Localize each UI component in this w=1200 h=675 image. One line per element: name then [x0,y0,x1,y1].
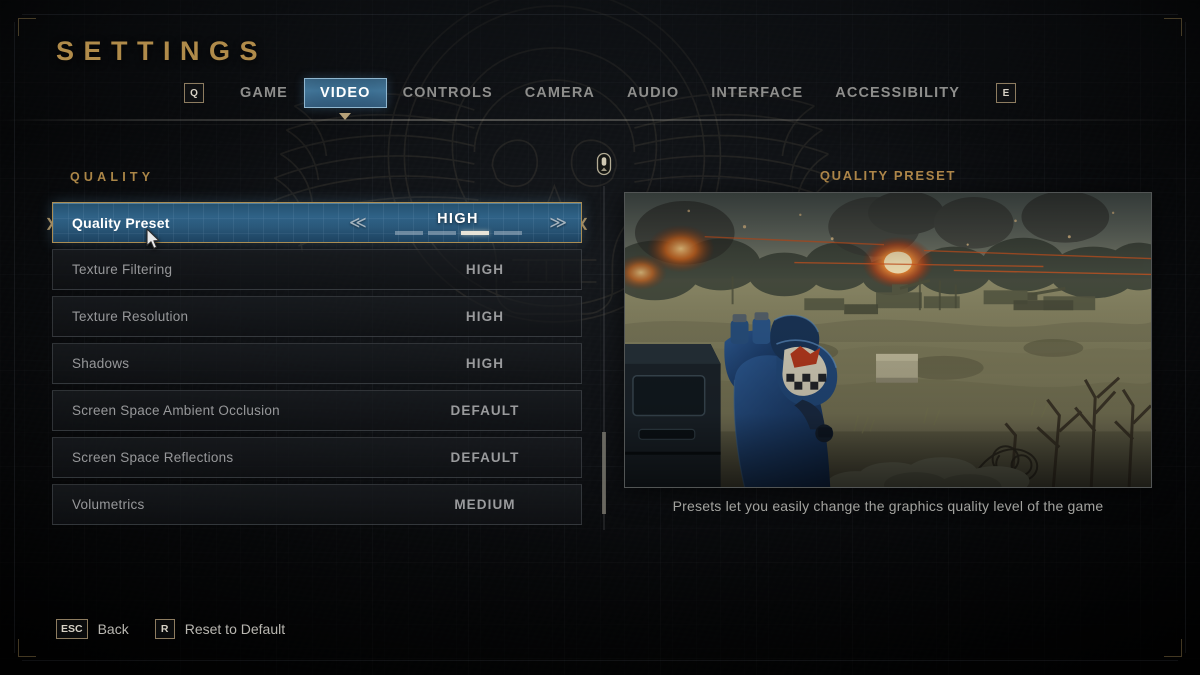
settings-list: ❯ ❮ Quality Preset ≪ HIGH ≫ Texture Filt… [45,202,589,531]
segment-1 [394,230,423,235]
frame-line-bottom [22,660,1178,661]
frame-line-right [1185,22,1186,653]
next-tab-key-badge[interactable]: E [995,83,1016,103]
segment-3 [460,230,489,235]
tabbar-divider-secondary [0,124,1200,125]
setting-row-quality-preset[interactable]: ❯ ❮ Quality Preset ≪ HIGH ≫ [45,202,589,243]
corner-bracket-top-left [18,18,36,36]
tab-game[interactable]: GAME [224,78,304,108]
stepper-segment-indicator [394,230,522,235]
tabbar-divider [0,119,1200,121]
tab-accessibility[interactable]: ACCESSIBILITY [819,78,976,108]
stepper-increment-icon[interactable]: ≫ [549,214,567,231]
row-chevron-left-icon: ❯ [45,215,56,230]
setting-label: Shadows [72,356,130,371]
stepper-value-group: HIGH [367,211,549,235]
stepper-decrement-icon[interactable]: ≪ [349,214,367,231]
prev-tab-key-badge[interactable]: Q [184,83,205,103]
setting-value: HIGH [465,262,505,277]
setting-value: DEFAULT [450,450,520,465]
frame-line-left [14,22,15,653]
preview-image [624,192,1152,488]
tab-video[interactable]: VIDEO [303,78,387,108]
settings-tabbar: Q GAME VIDEO CONTROLS CAMERA AUDIO INTER… [0,76,1200,110]
corner-bracket-bottom-right [1164,639,1182,657]
mouse-wheel-icon [596,152,612,176]
segment-4 [493,230,522,235]
setting-value: DEFAULT [450,403,520,418]
preview-description: Presets let you easily change the graphi… [672,498,1104,514]
setting-row-shadows[interactable]: Shadows HIGH [52,343,582,384]
setting-label: Screen Space Reflections [72,450,234,465]
frame-line-top [22,14,1178,15]
hint-back[interactable]: ESC Back [56,619,129,639]
setting-row-ssr[interactable]: Screen Space Reflections DEFAULT [52,437,582,478]
page-title: SETTINGS [56,36,268,66]
preview-panel-title: QUALITY PRESET [819,168,957,183]
setting-label: Texture Resolution [72,309,189,324]
setting-row-texture-filtering[interactable]: Texture Filtering HIGH [52,249,582,290]
corner-bracket-top-right [1164,18,1182,36]
hint-label-reset: Reset to Default [184,621,286,637]
setting-row-volumetrics[interactable]: Volumetrics MEDIUM [52,484,582,525]
setting-label: Volumetrics [72,497,145,512]
quality-preset-stepper: ≪ HIGH ≫ [335,203,581,242]
key-badge-esc: ESC [56,619,88,639]
tab-camera[interactable]: CAMERA [509,78,611,108]
setting-value: HIGH [465,309,505,324]
setting-value: MEDIUM [454,497,516,512]
hint-reset-to-default[interactable]: R Reset to Default [154,619,286,639]
setting-label: Texture Filtering [72,262,173,277]
footer-hints: ESC Back R Reset to Default [56,619,285,639]
setting-label: Screen Space Ambient Occlusion [72,403,280,418]
hint-label-back: Back [97,621,129,637]
section-header-quality: QUALITY [70,170,155,184]
tab-interface[interactable]: INTERFACE [695,78,819,108]
key-badge-r: R [154,619,175,639]
stepper-value: HIGH [437,210,479,227]
scrollbar-thumb[interactable] [602,432,606,514]
tab-audio[interactable]: AUDIO [611,78,695,108]
segment-2 [427,230,456,235]
setting-value: HIGH [465,356,505,371]
setting-row-ssao[interactable]: Screen Space Ambient Occlusion DEFAULT [52,390,582,431]
setting-row-texture-resolution[interactable]: Texture Resolution HIGH [52,296,582,337]
corner-bracket-bottom-left [18,639,36,657]
scroll-column [596,152,612,530]
tab-controls[interactable]: CONTROLS [387,78,509,108]
